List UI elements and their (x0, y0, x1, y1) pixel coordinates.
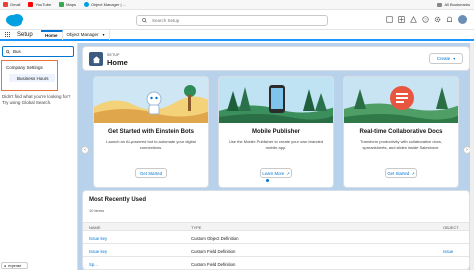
svg-text:?: ? (424, 17, 427, 22)
table-row: Issue key Custom Field Definition Issue (83, 245, 469, 257)
row-object-link[interactable]: Issue (443, 249, 453, 254)
app-name: Setup (17, 31, 33, 38)
global-search-input[interactable]: Search Setup (136, 15, 328, 26)
row-name-link[interactable]: Sp... (89, 262, 98, 267)
folder-icon (437, 2, 443, 7)
notifications-icon[interactable] (445, 15, 453, 23)
external-link-icon: ↗ (411, 170, 415, 176)
carousel-dot[interactable] (273, 179, 276, 182)
carousel-dot[interactable] (280, 179, 283, 182)
bookmarks-bar: Gmail YouTube Maps Object Manager | ... … (0, 0, 474, 10)
learn-more-button[interactable]: Learn More ↗ (260, 168, 292, 178)
row-name-link[interactable]: Issue key (89, 236, 107, 241)
bookmark-object-manager[interactable]: Object Manager | ... (83, 2, 126, 7)
mru-title: Most Recently Used (89, 197, 147, 203)
tab-home[interactable]: Home (41, 29, 63, 40)
chevron-down-icon[interactable]: ▾ (103, 32, 105, 37)
tile-description: Launch an AI-powered bot to automate you… (106, 139, 196, 150)
help-icon[interactable]: ? (421, 15, 429, 23)
bookmark-youtube[interactable]: YouTube (28, 2, 51, 7)
table-row: Sp... Custom Field Definition (83, 258, 469, 270)
gmail-icon (3, 2, 8, 7)
home-icon (89, 52, 103, 66)
tile-mobile-publisher: Mobile Publisher Use the Mobile Publishe… (218, 76, 334, 188)
search-results-highlight: Company Settings Business Hours (1, 60, 58, 91)
chevron-down-icon: ▾ (453, 56, 456, 61)
tree-item-business-hours[interactable]: Business Hours (9, 74, 55, 82)
status-pill: ● expense (1, 262, 28, 269)
tile-einstein-bots: Get Started with Einstein Bots Launch an… (93, 76, 209, 188)
page-scrollbar[interactable] (470, 43, 474, 270)
einstein-bots-illustration (94, 77, 208, 123)
search-icon (6, 49, 10, 54)
carousel-pagination (266, 179, 287, 182)
get-started-button[interactable]: Get Started (135, 168, 167, 178)
setup-home-header: SETUP Home Create ▾ (82, 46, 470, 71)
get-started-button[interactable]: Get Started ↗ (385, 168, 417, 178)
add-icon[interactable] (397, 15, 405, 23)
quick-find-value: Bus (13, 49, 21, 54)
tile-description: Transform productivity with collaborativ… (360, 139, 442, 150)
avatar[interactable] (458, 15, 467, 24)
row-name-link[interactable]: Issue key (89, 249, 107, 254)
chevron-left-icon[interactable]: ‹ (81, 146, 89, 154)
tile-title: Get Started with Einstein Bots (107, 129, 194, 135)
global-header: Search Setup ? (0, 10, 474, 30)
not-found-message: Didn't find what you're looking for? Try… (2, 94, 71, 105)
trailhead-icon[interactable] (409, 15, 417, 23)
salesforce-icon (83, 2, 89, 7)
table-row: Issue key Custom Object Definition (83, 232, 469, 244)
setup-tree-pane: Bus Company Settings Business Hours Didn… (0, 43, 78, 270)
main-column: SETUP Home Create ▾ ‹ Get Started with Ei… (81, 46, 471, 190)
external-link-icon: ↗ (286, 170, 290, 176)
table-header: NAME TYPE OBJECT (83, 222, 469, 231)
page-eyebrow: SETUP (107, 53, 120, 57)
salesforce-logo[interactable] (4, 12, 26, 28)
maps-icon (59, 2, 65, 7)
create-button[interactable]: Create ▾ (429, 53, 463, 64)
tile-description: Use the Mobile Publisher to create your … (228, 139, 324, 150)
lock-icon: ● (4, 263, 7, 268)
app-launcher-icon[interactable] (5, 31, 11, 38)
quick-find-input[interactable]: Bus (2, 46, 74, 57)
carousel-dot[interactable] (266, 179, 269, 182)
tile-title: Mobile Publisher (251, 129, 300, 135)
mobile-publisher-illustration (219, 77, 333, 123)
tile-title: Real-time Collaborative Docs (359, 129, 443, 135)
search-placeholder: Search Setup (152, 18, 180, 23)
mru-count: 10 items (89, 208, 105, 213)
page-title: Home (107, 58, 128, 67)
carousel: ‹ Get Started with Einstein Bots Launch … (81, 76, 471, 190)
tab-object-manager[interactable]: Object Manager ▾ (63, 29, 110, 40)
column-object[interactable]: OBJECT (443, 225, 459, 230)
column-type[interactable]: TYPE (191, 225, 201, 230)
row-type: Custom Field Definition (191, 262, 236, 267)
column-name[interactable]: NAME (89, 225, 101, 230)
favorites-icon[interactable] (385, 15, 393, 23)
most-recently-used-card: Most Recently Used 10 items NAME TYPE OB… (82, 190, 470, 270)
search-icon (142, 18, 147, 23)
bookmark-maps[interactable]: Maps (59, 2, 76, 7)
header-icons: ? (385, 15, 467, 24)
youtube-icon (28, 2, 34, 7)
row-type: Custom Object Definition (191, 236, 239, 241)
tile-collaborative-docs: Real-time Collaborative Docs Transform p… (343, 76, 459, 188)
nav-bar: Setup Home Object Manager ▾ (0, 29, 474, 41)
bookmark-gmail[interactable]: Gmail (3, 2, 20, 7)
row-type: Custom Field Definition (191, 249, 236, 254)
collaborative-docs-illustration (344, 77, 458, 123)
all-bookmarks[interactable]: All Bookmarks (437, 2, 470, 7)
tree-item-company-settings[interactable]: Company Settings (6, 65, 43, 70)
gear-icon[interactable] (433, 15, 441, 23)
